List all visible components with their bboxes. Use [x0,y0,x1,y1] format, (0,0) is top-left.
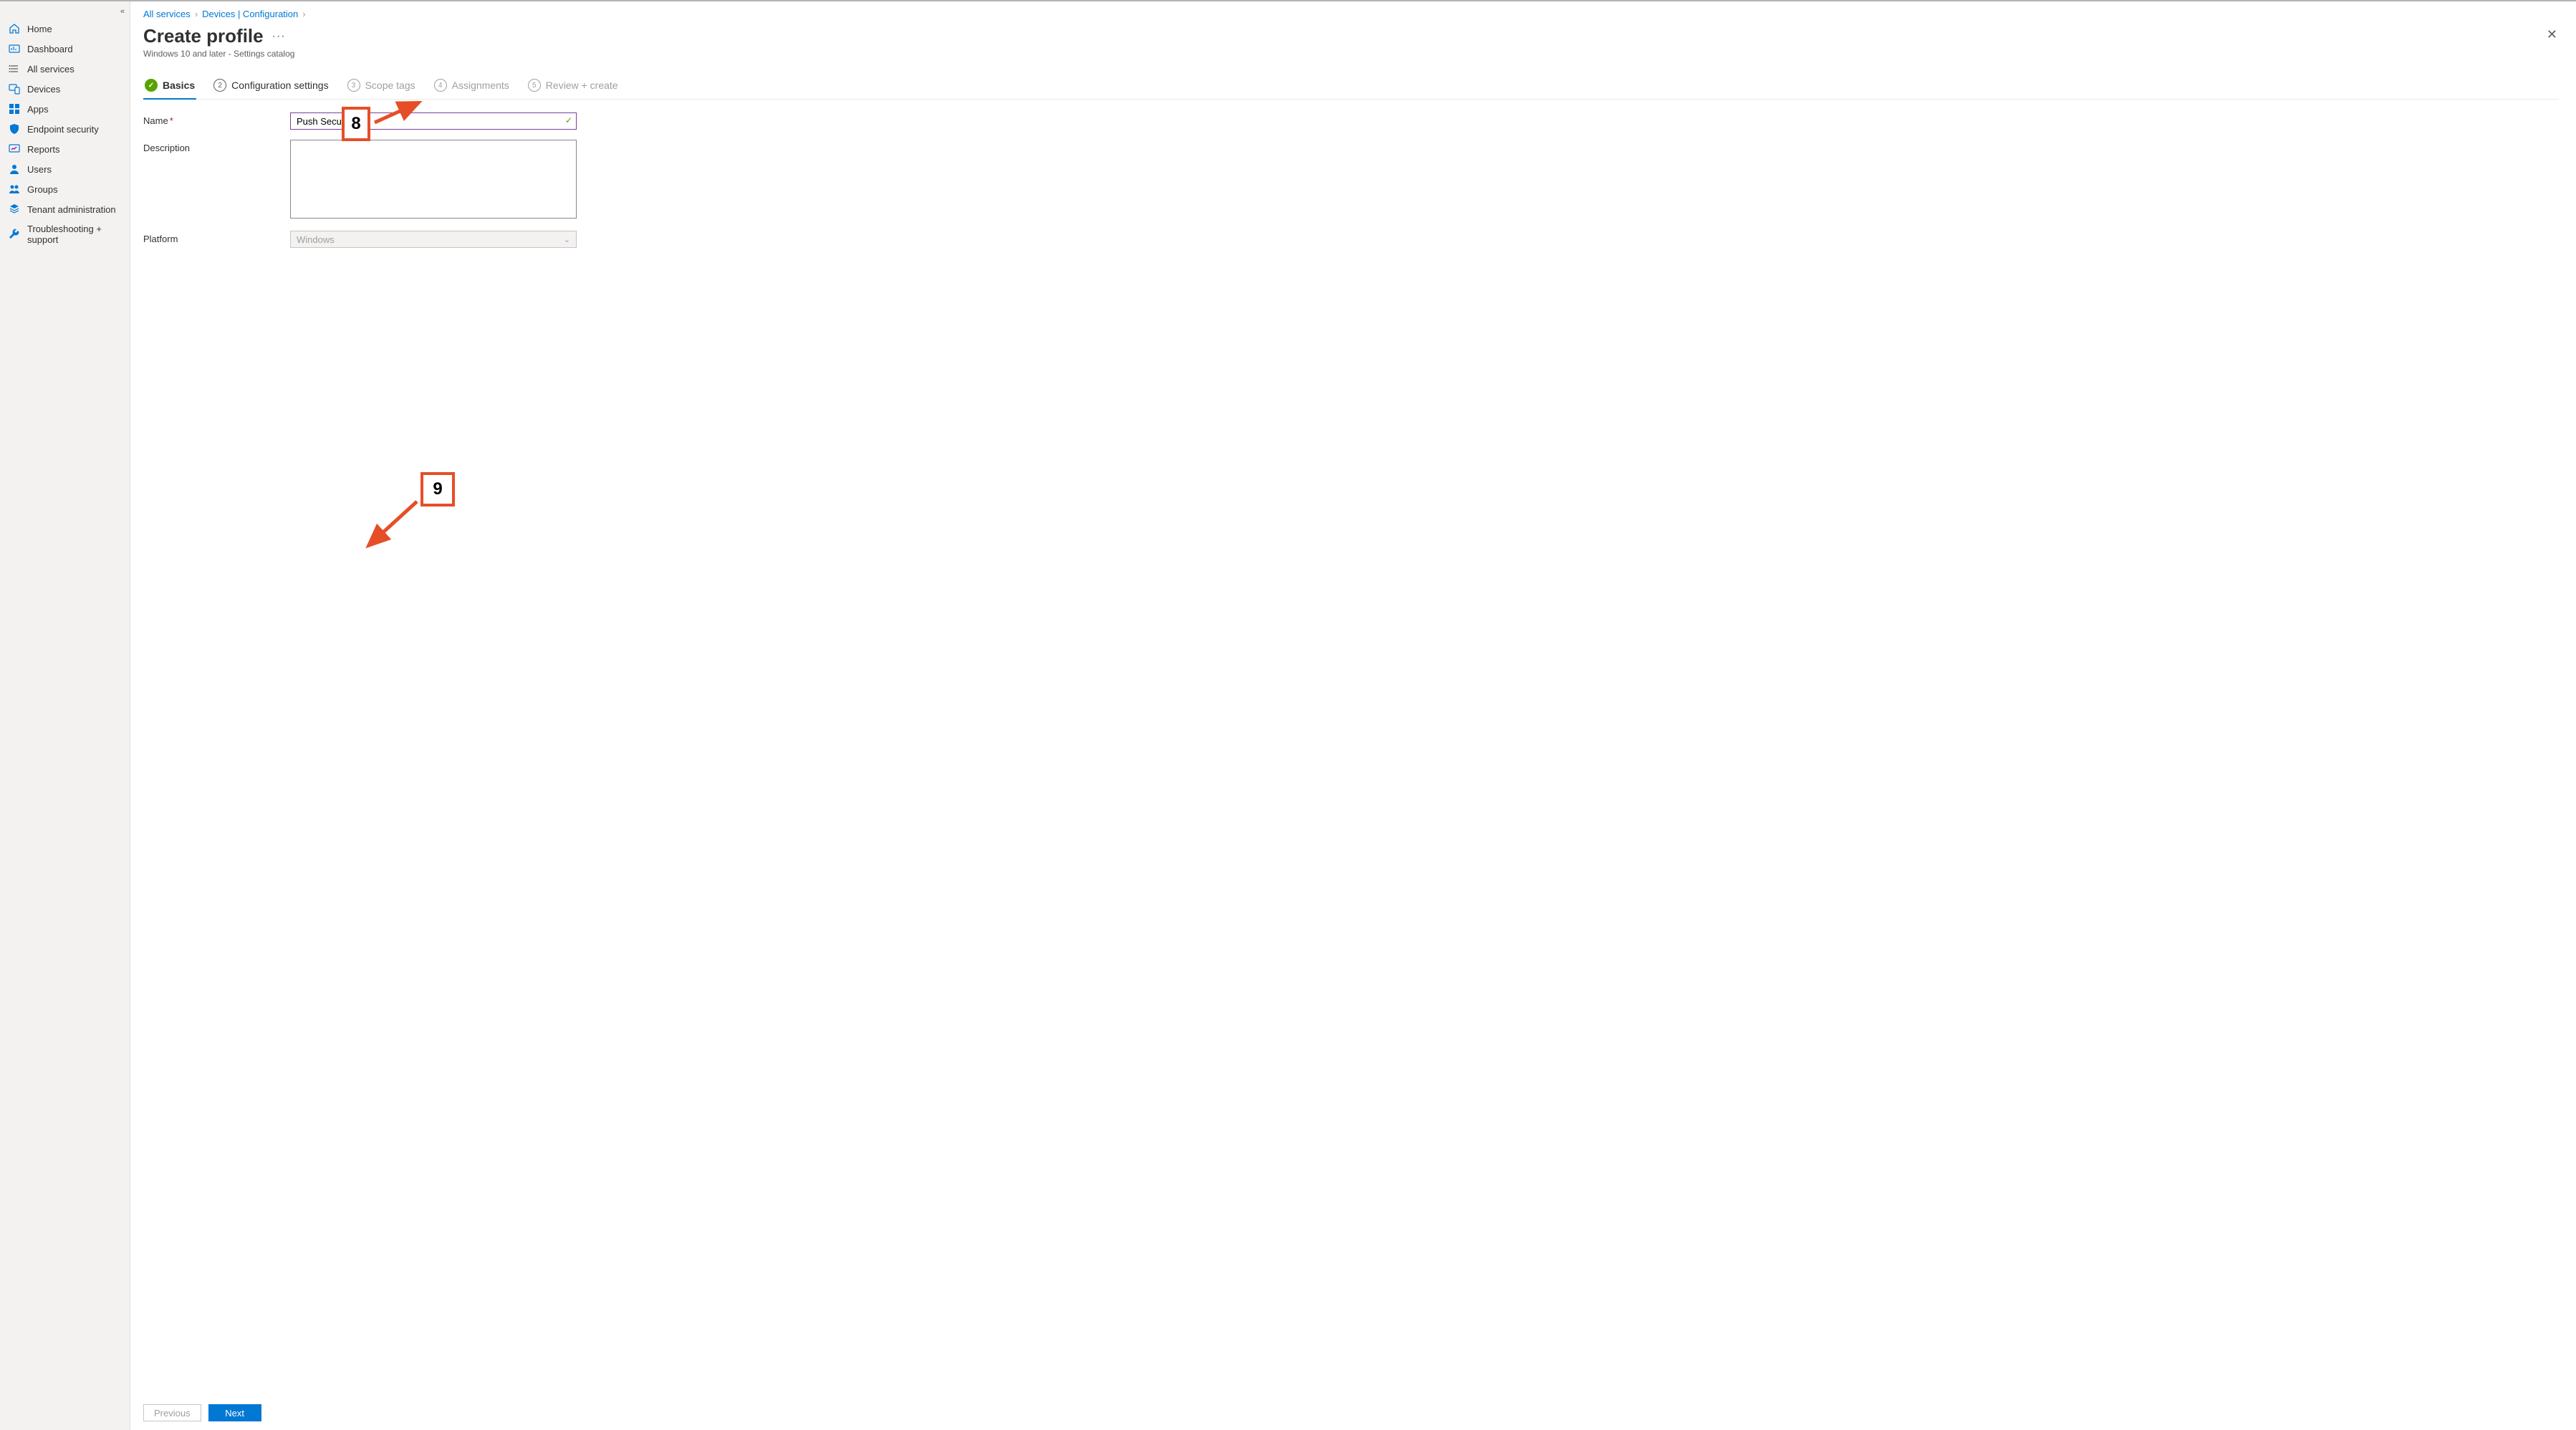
platform-select: Windows ⌄ [290,231,577,248]
name-label: Name* [143,112,290,126]
wrench-icon [9,229,20,240]
shield-icon [9,123,20,135]
wizard-footer: Previous Next [143,1404,261,1421]
sidebar-item-endpoint-security[interactable]: Endpoint security [0,119,130,139]
wizard-step-label: Assignments [452,80,509,91]
apps-icon [9,103,20,115]
breadcrumb: All services › Devices | Configuration › [143,9,2559,19]
chevron-down-icon: ⌄ [564,235,570,244]
wizard-step-label: Basics [163,80,195,91]
user-icon [9,163,20,175]
next-button[interactable]: Next [208,1404,261,1421]
step-check-icon: ✓ [145,79,158,92]
page-more-menu[interactable]: ··· [272,30,286,43]
wizard-tabs: ✓ Basics 2 Configuration settings 3 Scop… [143,79,2559,100]
collapse-sidebar-icon[interactable]: « [120,7,122,16]
dashboard-icon [9,43,20,54]
sidebar-item-reports[interactable]: Reports [0,139,130,159]
step-number-icon: 5 [528,79,541,92]
step-number-icon: 4 [434,79,447,92]
sidebar-item-label: Endpoint security [27,124,99,135]
tenant-icon [9,203,20,215]
chevron-right-icon: › [302,9,305,19]
reports-icon [9,143,20,155]
main-content: All services › Devices | Configuration ›… [130,1,2576,1430]
sidebar-item-home[interactable]: Home [0,19,130,39]
sidebar-item-label: Apps [27,104,49,115]
page-title: Create profile [143,25,264,47]
sidebar-item-tenant-admin[interactable]: Tenant administration [0,199,130,219]
sidebar-item-label: Devices [27,84,60,95]
wizard-step-assignments[interactable]: 4 Assignments [433,79,511,99]
wizard-step-basics[interactable]: ✓ Basics [143,79,196,99]
wizard-step-config-settings[interactable]: 2 Configuration settings [212,79,330,99]
home-icon [9,23,20,34]
sidebar-item-label: All services [27,64,75,75]
wizard-step-label: Configuration settings [231,80,328,91]
page-subtitle: Windows 10 and later - Settings catalog [143,49,2559,59]
wizard-step-label: Scope tags [365,80,415,91]
sidebar-item-groups[interactable]: Groups [0,179,130,199]
annotation-box-9: 9 [420,472,455,507]
name-input[interactable] [290,112,577,130]
platform-label: Platform [143,231,290,244]
description-label: Description [143,140,290,153]
chevron-right-icon: › [195,9,198,19]
annotation-arrow-9 [360,496,424,553]
wizard-step-scope-tags[interactable]: 3 Scope tags [346,79,417,99]
description-input[interactable] [290,140,577,219]
sidebar-item-label: Home [27,24,52,34]
sidebar-item-label: Troubleshooting + support [27,224,121,245]
wizard-step-label: Review + create [546,80,618,91]
sidebar-item-label: Reports [27,144,60,155]
sidebar-item-users[interactable]: Users [0,159,130,179]
list-icon [9,63,20,75]
step-number-icon: 3 [347,79,360,92]
sidebar-item-troubleshoot[interactable]: Troubleshooting + support [0,219,130,249]
groups-icon [9,183,20,195]
breadcrumb-link-all-services[interactable]: All services [143,9,191,19]
previous-button: Previous [143,1404,201,1421]
platform-value: Windows [297,234,335,245]
sidebar-item-apps[interactable]: Apps [0,99,130,119]
devices-icon [9,83,20,95]
breadcrumb-link-devices-config[interactable]: Devices | Configuration [202,9,298,19]
sidebar-item-label: Users [27,164,52,175]
sidebar-item-dashboard[interactable]: Dashboard [0,39,130,59]
step-number-icon: 2 [213,79,226,92]
sidebar-nav: « Home Dashboard All services [0,1,130,1430]
sidebar-item-label: Dashboard [27,44,73,54]
sidebar-item-label: Groups [27,184,58,195]
close-icon[interactable]: ✕ [2547,27,2557,42]
wizard-step-review-create[interactable]: 5 Review + create [527,79,620,99]
sidebar-item-label: Tenant administration [27,204,116,215]
sidebar-item-all-services[interactable]: All services [0,59,130,79]
sidebar-item-devices[interactable]: Devices [0,79,130,99]
check-icon: ✓ [565,115,572,125]
